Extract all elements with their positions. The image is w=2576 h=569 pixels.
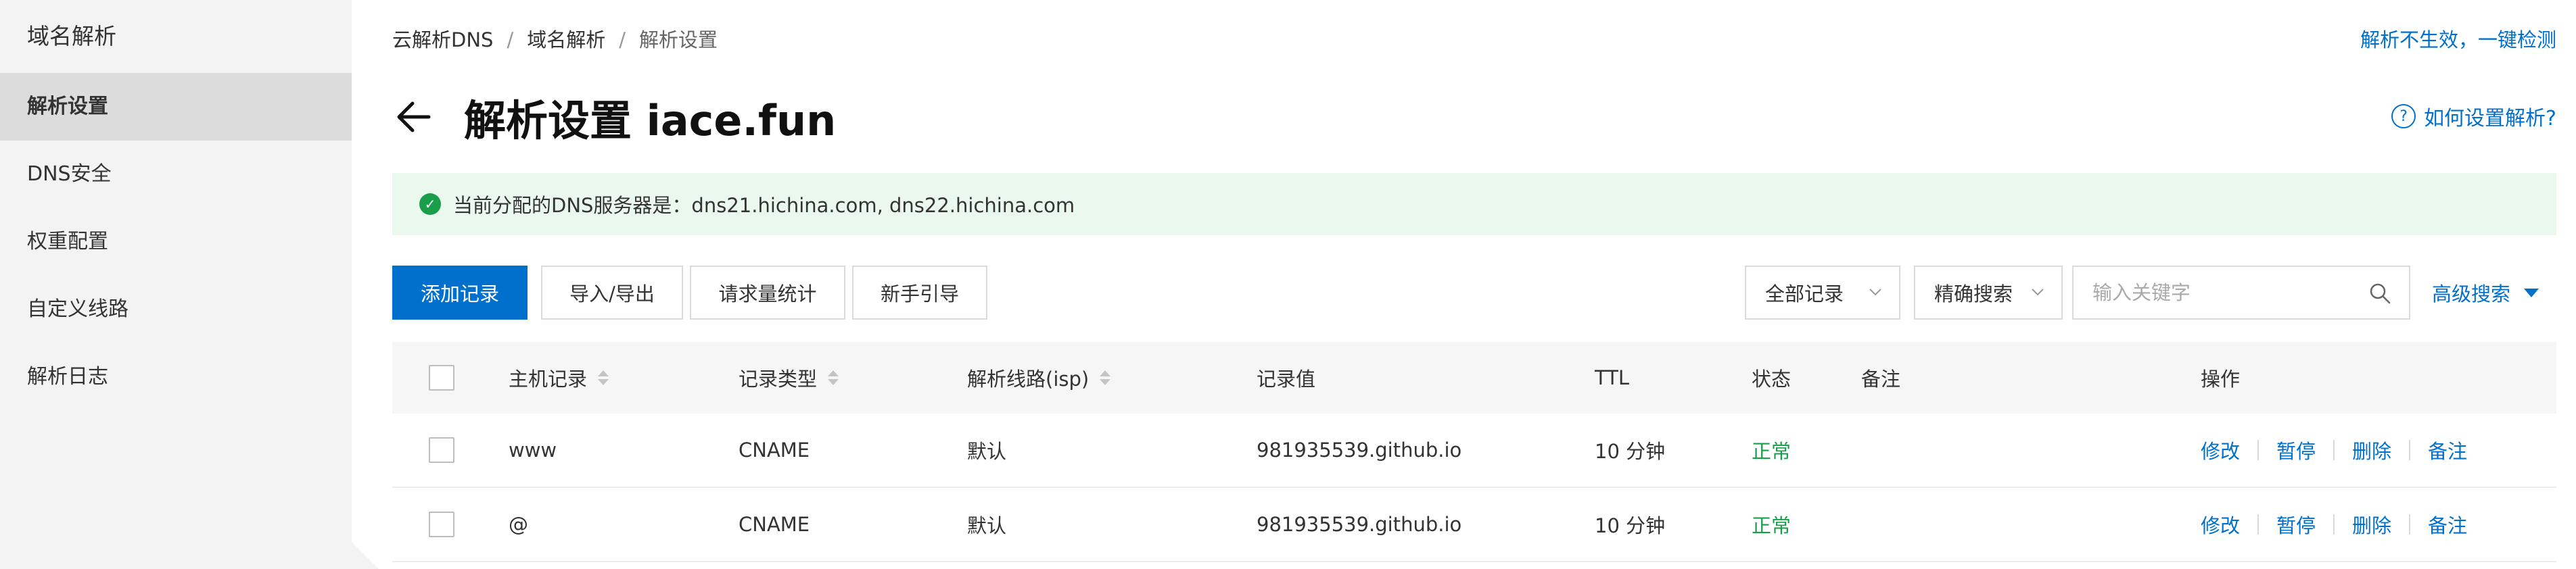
request-stats-button[interactable]: 请求量统计	[690, 266, 845, 320]
sidebar-collapse-notch	[352, 542, 379, 569]
table-header: 主机记录 记录类型 解析线路(isp) 记录值 TTL 状态 备注 操作	[392, 342, 2556, 414]
question-circle-icon: ?	[2391, 104, 2416, 128]
notice-text: 当前分配的DNS服务器是：dns21.hichina.com, dns22.hi…	[453, 194, 1075, 217]
advanced-search-toggle[interactable]: 高级搜索	[2432, 266, 2539, 320]
sidebar-item-dns-logs[interactable]: 解析日志	[0, 343, 352, 411]
cell-host: @	[509, 513, 528, 536]
row-actions: 修改 暂停 删除 备注	[2201, 488, 2467, 561]
row-checkbox[interactable]	[429, 512, 454, 537]
breadcrumb-separator: /	[619, 28, 626, 51]
status-badge: 正常	[1752, 514, 1792, 537]
remark-link[interactable]: 备注	[2428, 510, 2467, 539]
cell-ttl: 10 分钟	[1595, 514, 1666, 537]
help-link-label: 如何设置解析?	[2424, 107, 2556, 130]
remark-link[interactable]: 备注	[2428, 436, 2467, 464]
edit-link[interactable]: 修改	[2201, 510, 2240, 539]
select-all-checkbox[interactable]	[429, 365, 454, 391]
action-divider	[2409, 514, 2411, 535]
action-divider	[2409, 440, 2411, 460]
keyword-search-input[interactable]	[2074, 267, 2409, 318]
cell-line: 默认	[967, 440, 1007, 463]
main-content: 云解析DNS / 域名解析 / 解析设置 解析不生效，一键检测 解析设置 iace.fu…	[392, 0, 2556, 569]
toolbar: 添加记录 导入/导出 请求量统计 新手引导 全部记录 精确搜索 高级搜索	[392, 266, 2556, 320]
sort-icon[interactable]	[1100, 370, 1111, 385]
title-row: 解析设置 iace.fun	[392, 86, 836, 147]
check-circle-icon: ✓	[419, 193, 441, 215]
row-actions: 修改 暂停 删除 备注	[2201, 414, 2467, 487]
breadcrumb-item-cloud-dns[interactable]: 云解析DNS	[392, 28, 493, 51]
pause-link[interactable]: 暂停	[2276, 510, 2316, 539]
breadcrumb-separator: /	[507, 28, 514, 51]
page-title: 解析设置 iace.fun	[464, 96, 837, 145]
chevron-down-icon	[2032, 289, 2044, 296]
beginner-guide-button[interactable]: 新手引导	[852, 266, 987, 320]
cell-value: 981935539.github.io	[1257, 513, 1462, 536]
column-value: 记录值	[1257, 368, 1316, 391]
sidebar-item-weight-config[interactable]: 权重配置	[0, 208, 352, 276]
add-record-button[interactable]: 添加记录	[392, 266, 528, 320]
pause-link[interactable]: 暂停	[2276, 436, 2316, 464]
chevron-down-icon	[1869, 289, 1881, 296]
search-mode-select[interactable]: 精确搜索	[1914, 266, 2063, 320]
cell-type: CNAME	[739, 513, 810, 536]
arrow-left-icon[interactable]	[392, 95, 436, 139]
cell-line: 默认	[967, 514, 1007, 537]
cell-ttl: 10 分钟	[1595, 440, 1666, 463]
column-actions: 操作	[2201, 368, 2241, 391]
breadcrumb-item-domain-dns[interactable]: 域名解析	[527, 28, 605, 51]
column-host: 主机记录	[509, 342, 609, 414]
sidebar-item-custom-lines[interactable]: 自定义线路	[0, 276, 352, 343]
action-divider	[2333, 514, 2335, 535]
record-filter-select[interactable]: 全部记录	[1745, 266, 1900, 320]
column-host-label: 主机记录	[509, 368, 588, 391]
table-row: www CNAME 默认 981935539.github.io 10 分钟 正…	[392, 414, 2556, 488]
sort-icon[interactable]	[598, 370, 609, 385]
column-status: 状态	[1752, 368, 1792, 391]
sidebar-title: 域名解析	[27, 23, 116, 49]
cell-type: CNAME	[739, 439, 810, 462]
cell-value: 981935539.github.io	[1257, 439, 1462, 462]
edit-link[interactable]: 修改	[2201, 436, 2240, 464]
row-select-cell	[429, 488, 454, 561]
dns-check-link[interactable]: 解析不生效，一键检测	[2360, 24, 2556, 53]
sort-icon[interactable]	[828, 370, 839, 385]
records-table: 主机记录 记录类型 解析线路(isp) 记录值 TTL 状态 备注 操作 www…	[392, 342, 2556, 562]
search-mode-value: 精确搜索	[1934, 282, 2013, 305]
delete-link[interactable]: 删除	[2352, 436, 2391, 464]
column-type-label: 记录类型	[739, 368, 818, 391]
search-icon[interactable]	[2368, 282, 2391, 305]
caret-down-icon	[2524, 288, 2539, 297]
page: 域名解析 解析设置 DNS安全 权重配置 自定义线路 解析日志 云解析DNS / 域…	[0, 0, 2576, 569]
status-badge: 正常	[1752, 440, 1792, 463]
delete-link[interactable]: 删除	[2352, 510, 2391, 539]
column-line-label: 解析线路(isp)	[967, 368, 1090, 391]
table-row: @ CNAME 默认 981935539.github.io 10 分钟 正常 …	[392, 488, 2556, 562]
breadcrumb: 云解析DNS / 域名解析 / 解析设置	[392, 24, 718, 53]
record-filter-value: 全部记录	[1765, 282, 1844, 305]
action-divider	[2333, 440, 2335, 460]
cell-host: www	[509, 439, 557, 462]
breadcrumb-item-current: 解析设置	[639, 28, 718, 51]
action-divider	[2257, 440, 2259, 460]
row-select-cell	[429, 414, 454, 487]
keyword-search-box	[2072, 266, 2410, 320]
column-line: 解析线路(isp)	[967, 342, 1111, 414]
help-link[interactable]: ? 如何设置解析?	[2391, 101, 2556, 131]
dns-server-notice: ✓ 当前分配的DNS服务器是：dns21.hichina.com, dns22.…	[392, 173, 2556, 235]
select-all-cell	[429, 342, 454, 414]
row-checkbox[interactable]	[429, 437, 454, 463]
sidebar-item-dns-security[interactable]: DNS安全	[0, 141, 352, 208]
column-remark: 备注	[1861, 368, 1901, 391]
sidebar: 域名解析 解析设置 DNS安全 权重配置 自定义线路 解析日志	[0, 0, 352, 569]
column-type: 记录类型	[739, 342, 839, 414]
column-ttl: TTL	[1595, 366, 1630, 389]
advanced-search-label: 高级搜索	[2432, 282, 2511, 305]
import-export-button[interactable]: 导入/导出	[541, 266, 683, 320]
sidebar-item-dns-settings[interactable]: 解析设置	[0, 73, 352, 141]
action-divider	[2257, 514, 2259, 535]
